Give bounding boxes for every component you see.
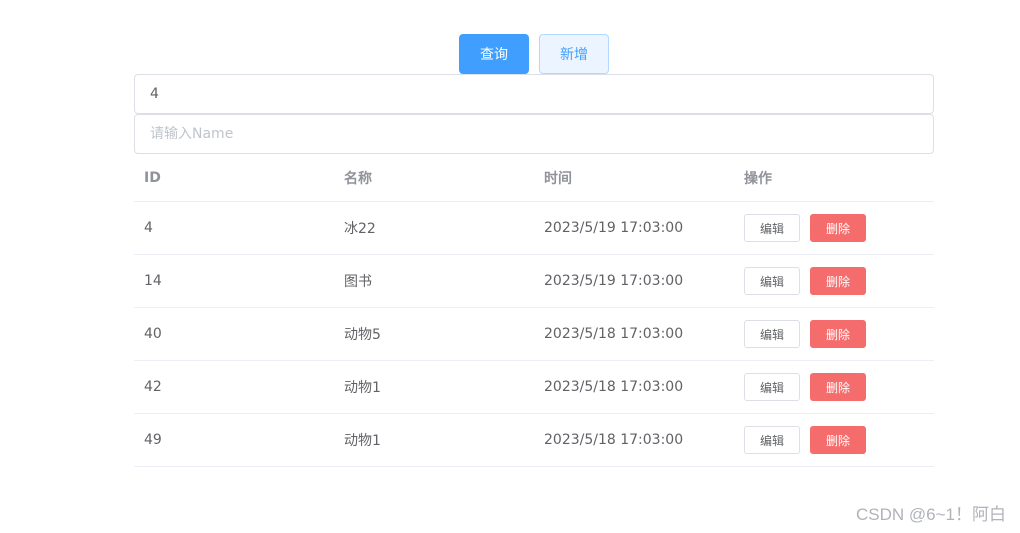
edit-button[interactable]: 编辑 [744, 214, 800, 242]
cell-id: 49 [144, 432, 162, 448]
add-button[interactable]: 新增 [539, 34, 609, 74]
cell-time: 2023/5/18 17:03:00 [544, 432, 684, 448]
header-id: ID [144, 169, 161, 186]
cell-time: 2023/5/18 17:03:00 [544, 379, 684, 395]
header-time: 时间 [544, 170, 572, 187]
edit-button[interactable]: 编辑 [744, 373, 800, 401]
toolbar: 查询 新增 [0, 34, 1020, 74]
data-table: ID 名称 时间 操作 4 冰22 2023/5/19 17:03:00 编辑 … [134, 154, 934, 467]
delete-button[interactable]: 删除 [810, 426, 866, 454]
cell-id: 42 [144, 379, 162, 395]
table-row: 14 图书 2023/5/19 17:03:00 编辑 删除 [134, 255, 934, 308]
cell-id: 14 [144, 273, 162, 289]
cell-id: 4 [144, 220, 153, 236]
delete-button[interactable]: 删除 [810, 373, 866, 401]
name-input-wrapper [134, 114, 934, 154]
cell-actions: 编辑 删除 [734, 202, 934, 254]
edit-button[interactable]: 编辑 [744, 320, 800, 348]
watermark: CSDN @6~1！阿白 [856, 505, 1006, 524]
table-row: 4 冰22 2023/5/19 17:03:00 编辑 删除 [134, 202, 934, 255]
cell-actions: 编辑 删除 [734, 255, 934, 307]
delete-button[interactable]: 删除 [810, 214, 866, 242]
cell-time: 2023/5/19 17:03:00 [544, 220, 684, 236]
cell-time: 2023/5/18 17:03:00 [544, 326, 684, 342]
edit-button[interactable]: 编辑 [744, 426, 800, 454]
edit-button[interactable]: 编辑 [744, 267, 800, 295]
header-actions: 操作 [744, 170, 772, 187]
delete-button[interactable]: 删除 [810, 320, 866, 348]
cell-actions: 编辑 删除 [734, 361, 934, 413]
table-row: 40 动物5 2023/5/18 17:03:00 编辑 删除 [134, 308, 934, 361]
name-input[interactable] [135, 115, 933, 153]
cell-name: 图书 [344, 274, 372, 290]
id-input[interactable] [135, 75, 933, 113]
table-row: 49 动物1 2023/5/18 17:03:00 编辑 删除 [134, 414, 934, 467]
cell-name: 动物5 [344, 327, 381, 343]
cell-actions: 编辑 删除 [734, 414, 934, 466]
cell-actions: 编辑 删除 [734, 308, 934, 360]
delete-button[interactable]: 删除 [810, 267, 866, 295]
query-button[interactable]: 查询 [459, 34, 529, 74]
cell-name: 动物1 [344, 433, 381, 449]
header-name: 名称 [344, 170, 372, 187]
id-input-wrapper [134, 74, 934, 114]
table-row: 42 动物1 2023/5/18 17:03:00 编辑 删除 [134, 361, 934, 414]
table-header: ID 名称 时间 操作 [134, 154, 934, 202]
cell-id: 40 [144, 326, 162, 342]
cell-name: 冰22 [344, 221, 376, 237]
cell-name: 动物1 [344, 380, 381, 396]
cell-time: 2023/5/19 17:03:00 [544, 273, 684, 289]
